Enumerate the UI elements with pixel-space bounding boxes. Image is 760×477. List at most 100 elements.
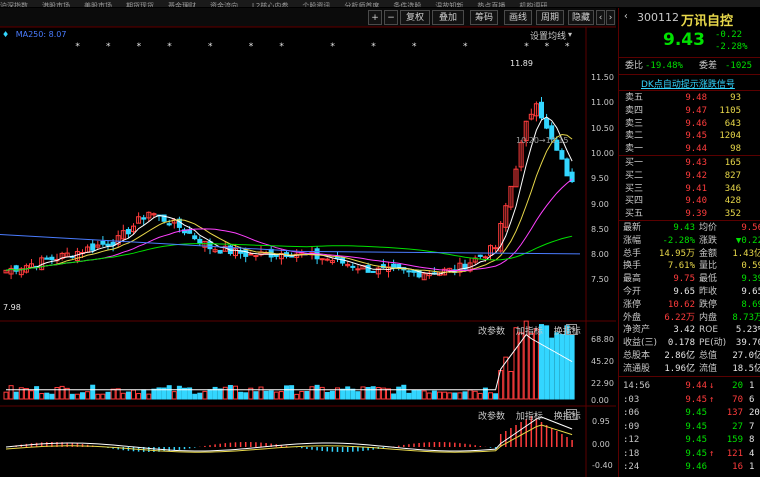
candle <box>493 247 499 250</box>
order-book-row[interactable]: 卖三 9.46 643 <box>619 118 760 130</box>
tick-volume: 20 <box>732 381 743 391</box>
volume-bar <box>447 392 453 400</box>
ma-toggle-icon[interactable]: ♦ <box>2 30 9 39</box>
collapse-icon[interactable]: ‹ <box>623 11 629 22</box>
hide-button[interactable]: 隐藏 <box>568 10 594 25</box>
tick-arrow-icon: ↑ <box>709 448 715 459</box>
level-label: 卖一 <box>625 144 644 155</box>
menu-item[interactable]: 美股市场 <box>84 3 112 8</box>
volume-bar <box>554 332 560 400</box>
menu-item[interactable]: 期货现货 <box>126 3 154 8</box>
volume-bar <box>125 391 131 400</box>
draw-line-button[interactable]: 画线 <box>504 10 532 25</box>
vol-add-indicator-button[interactable]: 加指标 <box>516 327 543 337</box>
zoom-out-button[interactable]: − <box>384 10 398 25</box>
menu-item[interactable]: L2核心内参 <box>252 3 288 8</box>
prev-icon[interactable]: ‹ <box>596 10 605 25</box>
stat-label: 流通股 <box>623 363 651 374</box>
volume-bar <box>146 393 152 400</box>
tick-row: :09 9.45 27 7 <box>619 421 760 433</box>
stat-value: 39.70 <box>735 338 760 349</box>
menu-item[interactable]: 沪深指数 <box>0 3 28 8</box>
order-book-row[interactable]: 买四 9.40 428 <box>619 195 760 207</box>
macd-close-icon[interactable]: × <box>566 409 577 420</box>
event-marker: * <box>167 42 172 52</box>
axis-tick-label: 0.95 <box>592 417 610 426</box>
stock-code: 300112 <box>637 11 679 24</box>
menu-item[interactable]: 资金流向 <box>210 3 238 8</box>
volume-bar <box>549 337 555 400</box>
menu-item[interactable]: 温故知新 <box>435 3 463 8</box>
candle <box>477 254 483 257</box>
order-book-row[interactable]: 买一 9.43 165 <box>619 157 760 169</box>
order-book-row[interactable]: 买二 9.42 827 <box>619 170 760 182</box>
order-book-row[interactable]: 买五 9.39 352 <box>619 208 760 220</box>
menu-item[interactable]: 分析师首席 <box>344 3 379 8</box>
volume-bar <box>391 393 397 400</box>
tick-count: 7 <box>749 421 755 432</box>
menu-item[interactable]: 机构调研 <box>519 3 547 8</box>
event-marker: * <box>524 42 529 52</box>
dk-signal-link[interactable]: DK点自动提示涨跌信号 <box>641 77 735 90</box>
stat-value: 10.62 <box>667 299 695 310</box>
order-book-row[interactable]: 买三 9.41 346 <box>619 183 760 195</box>
event-marker: * <box>330 42 335 52</box>
volume-bar <box>13 391 19 400</box>
volume-ma-line <box>6 333 573 391</box>
menu-item[interactable]: 条件选股 <box>393 3 421 8</box>
weibi-value: -19.48% <box>645 61 683 71</box>
candle <box>141 217 147 220</box>
level-volume: 643 <box>724 118 741 129</box>
candle <box>564 158 570 177</box>
candle <box>197 238 203 245</box>
volume-bar <box>462 391 468 400</box>
stat-value: 18.5亿 <box>732 363 760 374</box>
volume-close-icon[interactable]: × <box>566 324 577 335</box>
volume-bar <box>95 393 101 400</box>
volume-bar <box>533 328 539 400</box>
order-book-row[interactable]: 卖一 9.44 98 <box>619 143 760 155</box>
overlay-button[interactable]: 叠加 <box>432 10 464 25</box>
menu-item[interactable]: 港股市场 <box>42 3 70 8</box>
menu-item[interactable]: 个股资讯 <box>302 3 330 8</box>
volume-bar <box>90 384 96 400</box>
ma-settings-dropdown-icon[interactable]: ▾ <box>568 30 572 39</box>
level-price: 9.45 <box>685 131 707 142</box>
tick-volume: 70 <box>732 394 743 405</box>
zoom-in-button[interactable]: + <box>368 10 382 25</box>
level-price: 9.47 <box>685 105 707 116</box>
order-book-row[interactable]: 卖四 9.47 1105 <box>619 105 760 117</box>
order-book-row[interactable]: 卖二 9.45 1204 <box>619 130 760 142</box>
volume-bar <box>131 389 136 400</box>
candle <box>355 268 361 271</box>
volume-bar <box>340 388 346 400</box>
volume-bar <box>273 391 279 400</box>
level-label: 买四 <box>625 196 644 207</box>
vol-edit-params-button[interactable]: 改参数 <box>478 327 505 337</box>
period-button[interactable]: 周期 <box>536 10 564 25</box>
menu-item[interactable]: 热点直播 <box>477 3 505 8</box>
macd-add-indicator-button[interactable]: 加指标 <box>516 412 543 422</box>
volume-bar <box>528 332 534 400</box>
candle <box>273 254 279 257</box>
candle <box>90 243 96 251</box>
candle <box>319 258 325 261</box>
volume-bar <box>477 392 483 400</box>
ma-settings-link[interactable]: 设置均线 <box>530 29 566 42</box>
adjust-button[interactable]: 复权 <box>400 10 430 25</box>
volume-bar <box>457 392 463 400</box>
high-annotation: 11.89 <box>510 59 533 68</box>
volume-bar <box>278 391 284 400</box>
tick-row: :12 9.45 159 8 <box>619 434 760 446</box>
event-marker: * <box>412 42 417 52</box>
next-icon[interactable]: › <box>606 10 615 25</box>
menu-item[interactable]: 基金理财 <box>168 3 196 8</box>
candle <box>207 241 213 250</box>
macd-edit-params-button[interactable]: 改参数 <box>478 412 505 422</box>
order-book-row[interactable]: 卖五 9.48 93 <box>619 92 760 104</box>
volume-bar <box>3 391 9 400</box>
stat-value: 27.0亿 <box>732 351 760 361</box>
stat-value: 8.69 <box>741 299 760 310</box>
chips-button[interactable]: 筹码 <box>470 10 498 25</box>
volume-bar <box>396 386 402 400</box>
